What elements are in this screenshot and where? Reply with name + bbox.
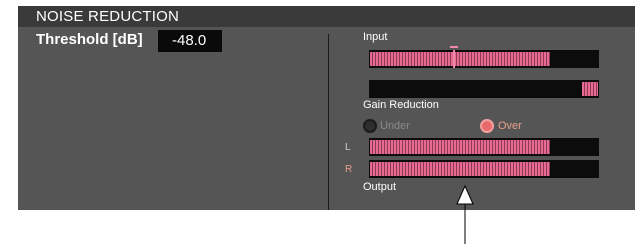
pointer-arrow-icon [456,184,474,244]
output-label: Output [363,181,397,193]
output-meter-l-fill [370,140,550,154]
under-led-icon [363,119,377,133]
threshold-value-field[interactable]: -48.0 [158,30,222,52]
output-channel-r-label: R [345,164,353,175]
input-peak-marker [453,50,455,68]
input-peak-cap [450,46,458,48]
gain-reduction-label: Gain Reduction [363,99,439,111]
noise-reduction-panel: NOISE REDUCTION Threshold [dB] -48.0 Inp… [18,6,635,210]
input-meter [369,46,599,68]
output-meter-r-fill [370,162,550,176]
input-meter-fill [370,52,550,66]
input-label: Input [363,31,388,43]
threshold-label: Threshold [dB] [36,31,143,48]
gain-reduction-meter [369,80,599,98]
under-label: Under [380,120,410,132]
panel-title: NOISE REDUCTION [36,8,180,25]
output-channel-l-label: L [345,142,351,153]
over-led-icon [480,119,494,133]
output-meter-r [369,160,599,178]
section-divider [328,34,329,210]
over-label: Over [498,120,522,132]
gain-reduction-meter-fill [582,82,598,96]
output-meter-l [369,138,599,156]
panel-title-bar: NOISE REDUCTION [18,6,635,27]
